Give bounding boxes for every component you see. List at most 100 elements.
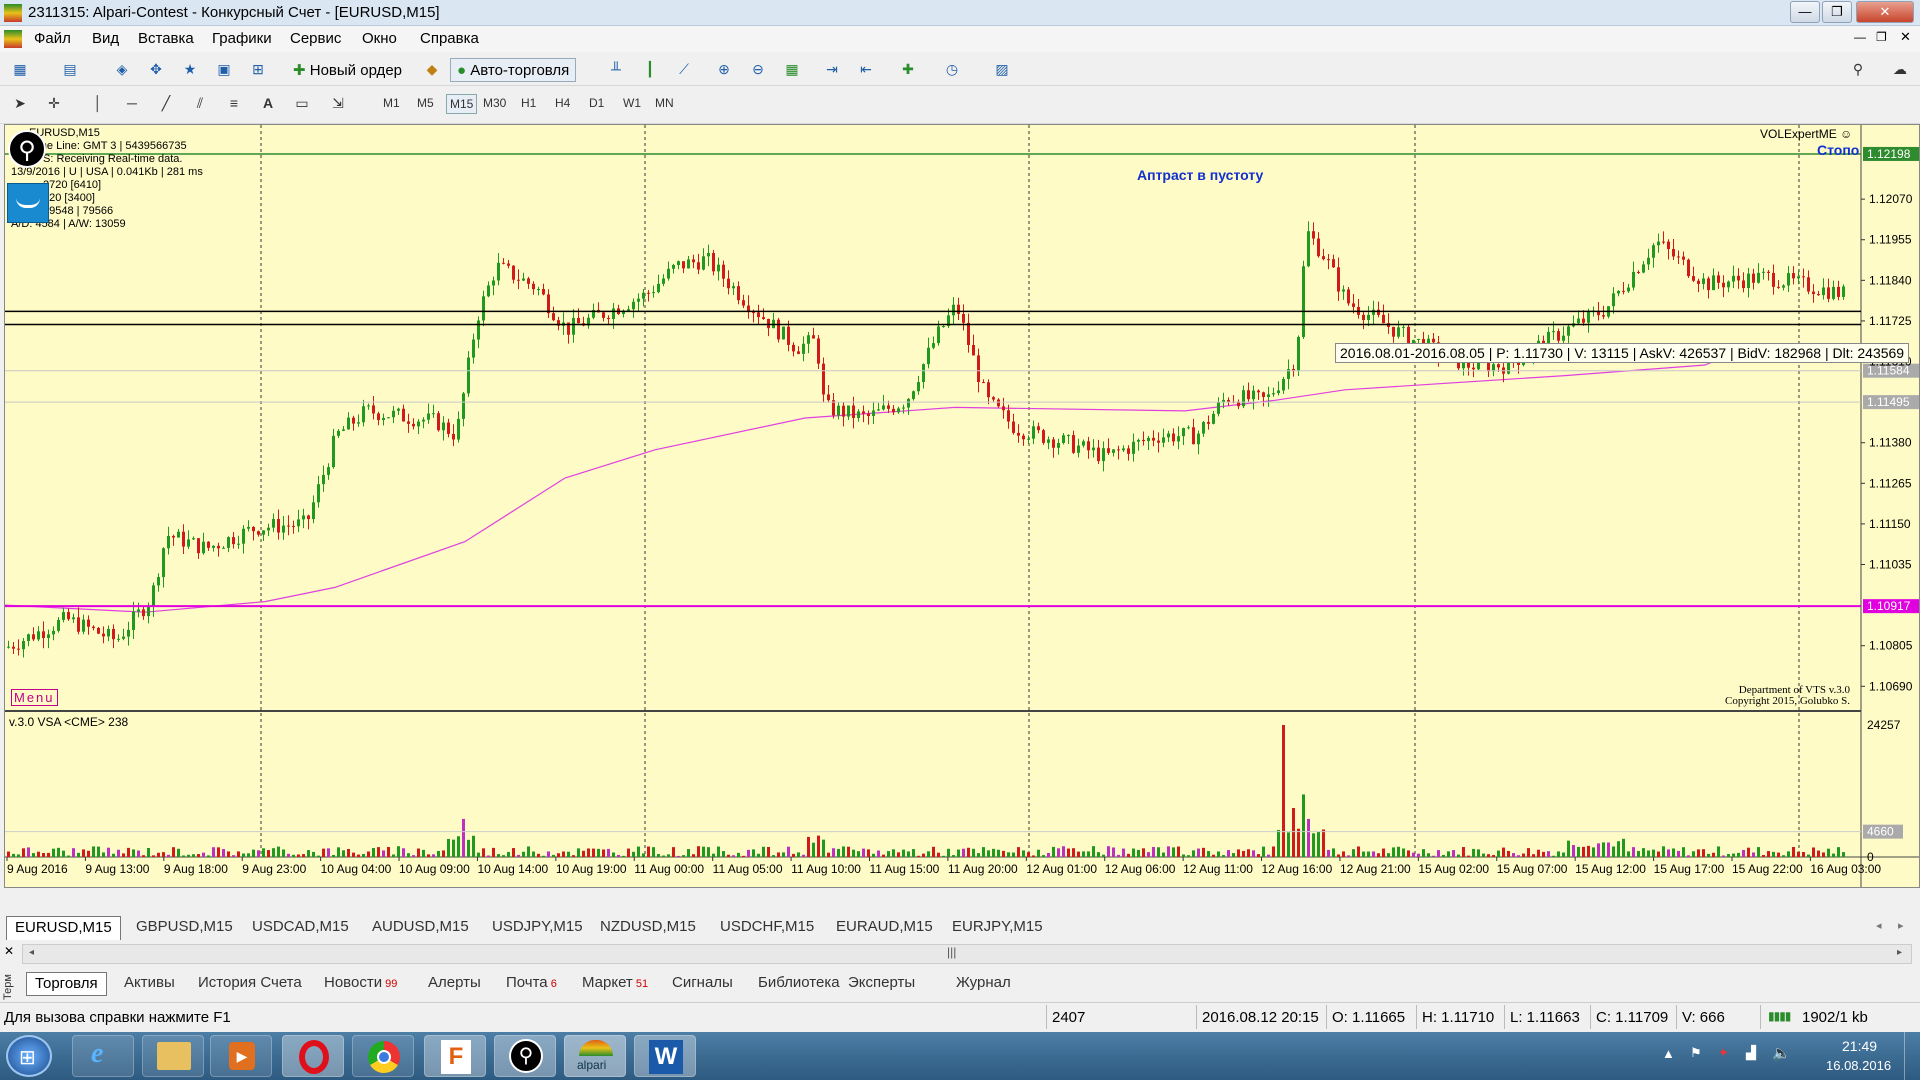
tray-date[interactable]: 16.08.2016 — [1826, 1058, 1891, 1073]
chart-shift-icon[interactable]: ⇥ — [820, 58, 844, 80]
terminal-tab-3[interactable]: Новости 99 — [316, 972, 405, 996]
tab-usdcad[interactable]: USDCAD,M15 — [244, 916, 357, 940]
keyhole-app-icon[interactable]: ⚲ — [494, 1035, 556, 1077]
tab-nzdusd[interactable]: NZDUSD,M15 — [592, 916, 704, 940]
tf-h4[interactable]: H4 — [552, 94, 573, 112]
terminal-tab-2[interactable]: История Счета — [190, 972, 310, 996]
terminal-tab-1[interactable]: Активы — [116, 972, 183, 996]
autoscroll-icon[interactable]: ⇤ — [854, 58, 878, 80]
vertical-line-icon[interactable]: │ — [86, 92, 110, 114]
tab-scroll-right-icon[interactable]: ▸ — [1898, 919, 1904, 932]
chat-icon[interactable]: ☁ — [1888, 58, 1912, 80]
horizontal-scrollbar[interactable]: ◂ ||| ▸ — [22, 944, 1912, 964]
close-button[interactable]: ✕ — [1856, 1, 1914, 23]
navigator-icon[interactable]: ★ — [178, 58, 202, 80]
tray-action-center-icon[interactable]: ⚑ — [1690, 1045, 1702, 1061]
tf-m5[interactable]: M5 — [414, 94, 437, 112]
horizontal-line-icon[interactable]: ─ — [120, 92, 144, 114]
terminal-tab-8[interactable]: Библиотека — [750, 972, 848, 996]
tf-m30[interactable]: M30 — [480, 94, 509, 112]
opera-icon[interactable] — [282, 1035, 344, 1077]
search-icon[interactable]: ⚲ — [1846, 58, 1870, 80]
tray-expand-icon[interactable]: ▲ — [1662, 1046, 1675, 1061]
menu-view[interactable]: Вид — [92, 30, 119, 47]
auto-trading-button[interactable]: ● Авто-торговля — [450, 58, 577, 82]
restore-button[interactable]: ❐ — [1822, 1, 1852, 23]
crosshair-icon[interactable]: ✛ — [42, 92, 66, 114]
tf-m15[interactable]: M15 — [446, 94, 478, 114]
tray-time[interactable]: 21:49 — [1842, 1038, 1877, 1054]
menu-help[interactable]: Справка — [420, 30, 479, 47]
menu-window[interactable]: Окно — [362, 30, 397, 47]
market-watch-icon[interactable]: ◈ — [110, 58, 134, 80]
mdi-close-icon[interactable]: ✕ — [1900, 29, 1911, 45]
tab-usdchf[interactable]: USDCHF,M15 — [712, 916, 822, 940]
indicators-icon[interactable]: ✚ — [896, 58, 920, 80]
tab-eurusd[interactable]: EURUSD,M15 — [6, 916, 121, 940]
terminal-tab-7[interactable]: Сигналы — [664, 972, 741, 996]
media-player-icon[interactable]: ▶ — [210, 1035, 272, 1077]
tile-windows-icon[interactable]: ▦ — [780, 58, 804, 80]
terminal-close-icon[interactable]: ✕ — [4, 944, 14, 958]
new-chart-icon[interactable]: ▦ — [8, 58, 32, 80]
terminal-tab-0[interactable]: Торговля — [26, 972, 107, 996]
terminal-window-icon[interactable]: ▣ — [212, 58, 236, 80]
terminal-tab-9[interactable]: Эксперты — [840, 972, 923, 996]
bar-chart-icon[interactable]: ╨ — [604, 58, 628, 80]
tab-gbpusd[interactable]: GBPUSD,M15 — [128, 916, 241, 940]
strategy-tester-icon[interactable]: ⊞ — [246, 58, 270, 80]
app-f-icon[interactable]: F — [424, 1035, 486, 1077]
zoom-in-icon[interactable]: ⊕ — [712, 58, 736, 80]
trendline-icon[interactable]: ╱ — [154, 92, 178, 114]
tab-eurjpy[interactable]: EURJPY,M15 — [944, 916, 1051, 940]
tray-volume-icon[interactable]: 🔈 — [1772, 1044, 1791, 1062]
terminal-tab-5[interactable]: Почта 6 — [498, 972, 565, 996]
minimize-button[interactable]: — — [1790, 1, 1820, 23]
scroll-thumb[interactable]: ||| — [947, 945, 956, 959]
tf-d1[interactable]: D1 — [586, 94, 607, 112]
menu-button[interactable]: Menu — [11, 689, 58, 706]
chart-window[interactable]: 1.12198 1.11584 1.11495 1.10917 1.12070 1.11… — [4, 124, 1920, 888]
text-label-icon[interactable]: ▭ — [290, 92, 314, 114]
tray-network-icon[interactable]: ▟ — [1746, 1045, 1756, 1061]
periods-icon[interactable]: ◷ — [940, 58, 964, 80]
zoom-out-icon[interactable]: ⊖ — [746, 58, 770, 80]
menu-file[interactable]: Файл — [34, 30, 71, 47]
tab-usdjpy[interactable]: USDJPY,M15 — [484, 916, 591, 940]
line-chart-icon[interactable]: ⟋ — [672, 58, 696, 80]
candlestick-icon[interactable]: ┃ — [638, 58, 662, 80]
menu-tools[interactable]: Сервис — [290, 30, 341, 47]
internet-explorer-icon[interactable]: e — [72, 1035, 134, 1077]
tab-scroll-left-icon[interactable]: ◂ — [1876, 919, 1882, 932]
terminal-tab-10[interactable]: Журнал — [948, 972, 1019, 996]
fibonacci-icon[interactable]: ≡ — [222, 92, 246, 114]
start-button[interactable]: ⊞ — [6, 1035, 52, 1077]
file-explorer-icon[interactable] — [142, 1035, 204, 1077]
chrome-icon[interactable] — [352, 1035, 414, 1077]
mdi-restore-icon[interactable]: ❐ — [1876, 30, 1887, 44]
price-chart[interactable]: 1.121981.115841.114951.10917 1.120701.11… — [5, 125, 1919, 887]
new-order-button[interactable]: ✚ Новый ордер — [286, 58, 409, 82]
menu-charts[interactable]: Графики — [212, 30, 272, 47]
alpari-icon[interactable]: alpari — [564, 1035, 626, 1077]
tf-h1[interactable]: H1 — [518, 94, 539, 112]
mdi-minimize-icon[interactable]: — — [1854, 30, 1866, 44]
cursor-icon[interactable]: ➤ — [8, 92, 32, 114]
scroll-right-icon[interactable]: ▸ — [1897, 947, 1902, 958]
arrows-icon[interactable]: ⇲ — [326, 92, 350, 114]
scroll-left-icon[interactable]: ◂ — [29, 947, 34, 958]
tray-app-icon[interactable]: ✦ — [1718, 1045, 1729, 1061]
tf-mn[interactable]: MN — [652, 94, 677, 112]
tf-w1[interactable]: W1 — [620, 94, 644, 112]
menu-insert[interactable]: Вставка — [138, 30, 194, 47]
terminal-tab-4[interactable]: Алерты — [420, 972, 489, 996]
profiles-icon[interactable]: ▤ — [58, 58, 82, 80]
metaeditor-icon[interactable]: ◆ — [420, 58, 444, 80]
show-desktop-button[interactable] — [1904, 1032, 1920, 1080]
data-window-icon[interactable]: ✥ — [144, 58, 168, 80]
terminal-tab-6[interactable]: Маркет 51 — [574, 972, 656, 996]
word-icon[interactable]: W — [634, 1035, 696, 1077]
channel-icon[interactable]: ⫽ — [188, 92, 212, 114]
tab-euraud[interactable]: EURAUD,M15 — [828, 916, 941, 940]
templates-icon[interactable]: ▨ — [990, 58, 1014, 80]
